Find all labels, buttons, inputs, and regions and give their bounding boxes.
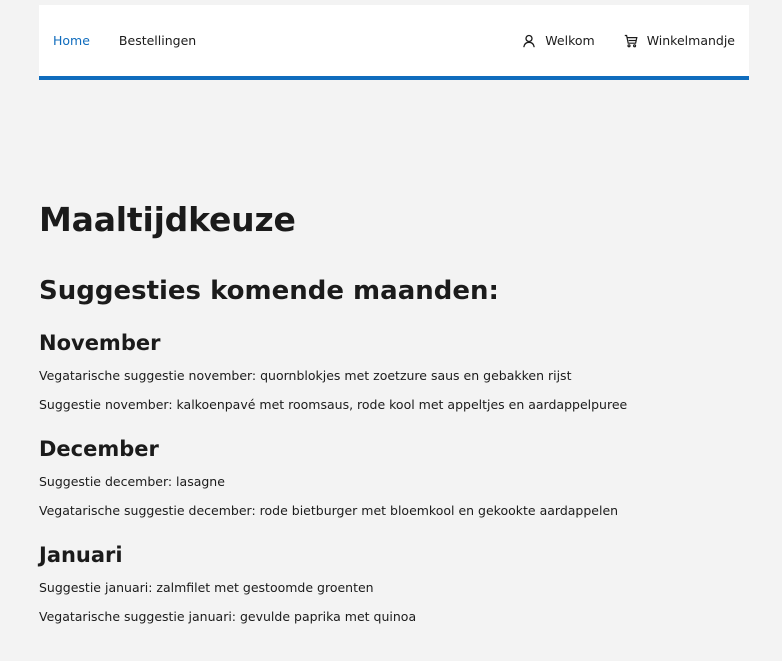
month-title-december: December [39,437,159,461]
nav-home-link[interactable]: Home [53,33,90,48]
nav-welcome-link[interactable]: Welkom [522,33,595,48]
nav-cart-link[interactable]: Winkelmandje [624,33,735,48]
top-navbar: Home Bestellingen Welkom Winkelmandje [39,5,749,80]
page-title: Maaltijdkeuze [39,200,296,239]
suggestion-text: Vegatarische suggestie november: quornbl… [39,368,572,383]
nav-orders-link[interactable]: Bestellingen [119,33,196,48]
cart-icon [624,34,638,48]
nav-left-group: Home Bestellingen [53,5,225,76]
suggestion-text: Suggestie november: kalkoenpavé met room… [39,397,628,412]
month-title-januari: Januari [39,543,123,567]
suggestion-text: Suggestie december: lasagne [39,474,225,489]
nav-right-group: Welkom Winkelmandje [493,5,735,76]
nav-cart-label: Winkelmandje [646,33,735,48]
nav-welcome-label: Welkom [545,33,595,48]
month-title-november: November [39,331,161,355]
user-icon [522,34,536,48]
section-title: Suggesties komende maanden: [39,276,499,306]
suggestion-text: Vegatarische suggestie december: rode bi… [39,503,619,518]
main-content: Maaltijdkeuze Suggesties komende maanden… [39,198,749,625]
suggestion-text: Suggestie januari: zalmfilet met gestoom… [39,580,374,595]
suggestion-text: Vegatarische suggestie januari: gevulde … [39,609,417,624]
